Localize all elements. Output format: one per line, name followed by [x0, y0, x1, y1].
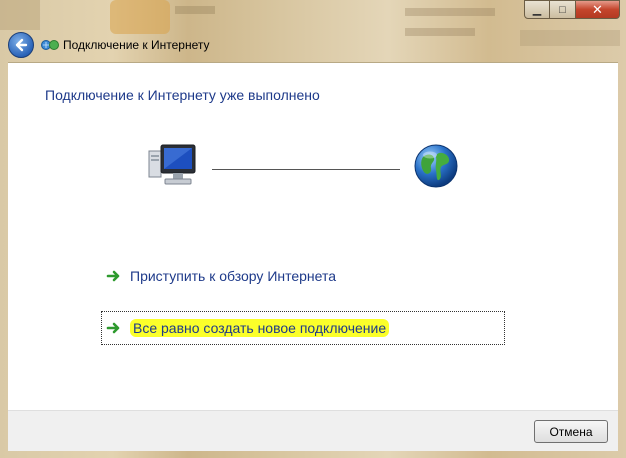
browse-internet-label: Приступить к обзору Интернета	[130, 268, 337, 284]
connection-line	[212, 169, 400, 170]
globe-icon	[414, 144, 458, 188]
title-bar: Подключение к Интернету	[0, 30, 626, 62]
caption-buttons: ▁ □ ✕	[524, 0, 620, 19]
back-arrow-icon	[15, 38, 28, 52]
browse-internet-link[interactable]: Приступить к обзору Интернета	[101, 259, 505, 293]
maximize-button[interactable]: □	[550, 0, 576, 19]
network-connection-icon	[41, 40, 59, 50]
create-new-connection-link[interactable]: Все равно создать новое подключение	[101, 311, 505, 345]
wizard-footer: Отмена	[8, 410, 618, 451]
back-button[interactable]	[8, 32, 34, 58]
minimize-button[interactable]: ▁	[524, 0, 550, 19]
page-heading: Подключение к Интернету уже выполнено	[45, 87, 320, 103]
close-button[interactable]: ✕	[576, 0, 620, 19]
cancel-button[interactable]: Отмена	[534, 420, 608, 443]
computer-icon	[148, 144, 196, 185]
create-new-connection-label: Все равно создать новое подключение	[130, 319, 390, 337]
window-title: Подключение к Интернету	[63, 38, 210, 52]
green-arrow-icon	[106, 270, 120, 282]
wizard-content: Подключение к Интернету уже выполнено Пр…	[8, 62, 618, 411]
green-arrow-icon	[106, 322, 120, 334]
